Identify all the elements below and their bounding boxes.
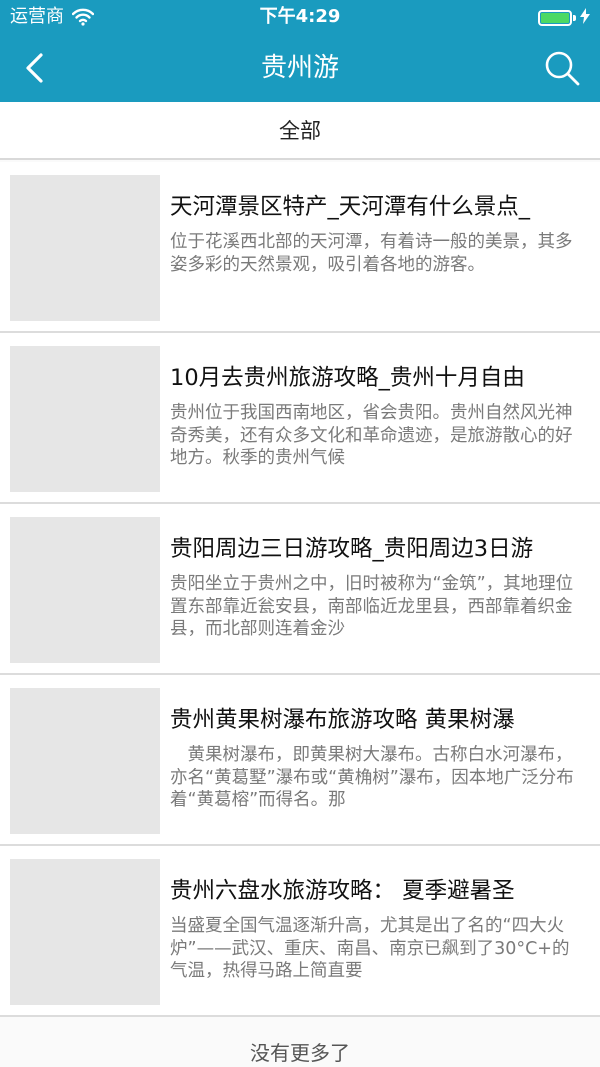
list-item[interactable]: 贵州六盘水旅游攻略： 夏季避暑圣 当盛夏全国气温逐渐升高，尤其是出了名的“四大火…: [0, 846, 600, 1017]
list-item[interactable]: 贵阳周边三日游攻略_贵阳周边3日游 贵阳坐立于贵州之中，旧时被称为“金筑”，其地…: [0, 504, 600, 675]
article-title: 10月去贵州旅游攻略_贵州十月自由: [170, 365, 525, 391]
page-title: 贵州游: [260, 53, 339, 83]
article-thumbnail: [10, 688, 160, 834]
article-description: 贵州位于我国西南地区，省会贵阳。贵州自然风光神奇秀美，还有众多文化和革命遗迹，是…: [170, 403, 573, 468]
article-title: 贵州黄果树瀑布旅游攻略 黄果树瀑: [170, 707, 515, 733]
battery-indicator: [538, 8, 590, 28]
article-thumbnail: [10, 175, 160, 321]
article-title: 贵州六盘水旅游攻略： 夏季避暑圣: [170, 878, 515, 904]
battery-fill: [541, 13, 569, 23]
status-bar: 运营商 下午4:29: [0, 0, 600, 34]
article-title: 贵阳周边三日游攻略_贵阳周边3日游: [170, 536, 534, 562]
article-thumbnail: [10, 346, 160, 492]
search-icon: [545, 51, 580, 86]
list-item[interactable]: 10月去贵州旅游攻略_贵州十月自由 贵州位于我国西南地区，省会贵阳。贵州自然风光…: [0, 333, 600, 504]
nav-bar: 贵州游: [0, 34, 600, 102]
article-thumbnail: [10, 517, 160, 663]
article-description: 当盛夏全国气温逐渐升高，尤其是出了名的“四大火炉”——武汉、重庆、南昌、南京已飙…: [170, 916, 570, 981]
list-item[interactable]: 天河潭景区特产_天河潭有什么景点_ 位于花溪西北部的天河潭，有着诗一般的美景，其…: [0, 162, 600, 333]
article-thumbnail: [10, 859, 160, 1005]
article-list: 天河潭景区特产_天河潭有什么景点_ 位于花溪西北部的天河潭，有着诗一般的美景，其…: [0, 162, 600, 1017]
status-time: 下午4:29: [259, 6, 341, 27]
charging-bolt-icon: [580, 8, 590, 28]
battery-icon: [538, 10, 572, 26]
app-header: 运营商 下午4:29 贵州游: [0, 0, 600, 102]
article-title: 天河潭景区特产_天河潭有什么景点_: [170, 194, 531, 220]
article-description: 黄果树瀑布，即黄果树大瀑布。古称白水河瀑布，亦名“黄葛墅”瀑布或“黄桷树”瀑布，…: [170, 745, 574, 810]
filter-all-tab[interactable]: 全部: [0, 118, 600, 144]
no-more-label: 没有更多了: [250, 1041, 350, 1065]
article-description: 贵阳坐立于贵州之中，旧时被称为“金筑”，其地理位置东部靠近瓮安县，南部临近龙里县…: [170, 574, 574, 639]
search-button[interactable]: [542, 48, 582, 88]
list-item[interactable]: 贵州黄果树瀑布旅游攻略 黄果树瀑 黄果树瀑布，即黄果树大瀑布。古称白水河瀑布，亦…: [0, 675, 600, 846]
category-filter-bar: 全部: [0, 102, 600, 160]
article-description: 位于花溪西北部的天河潭，有着诗一般的美景，其多姿多彩的天然景观，吸引着各地的游客…: [170, 232, 573, 275]
battery-tip: [573, 15, 576, 21]
